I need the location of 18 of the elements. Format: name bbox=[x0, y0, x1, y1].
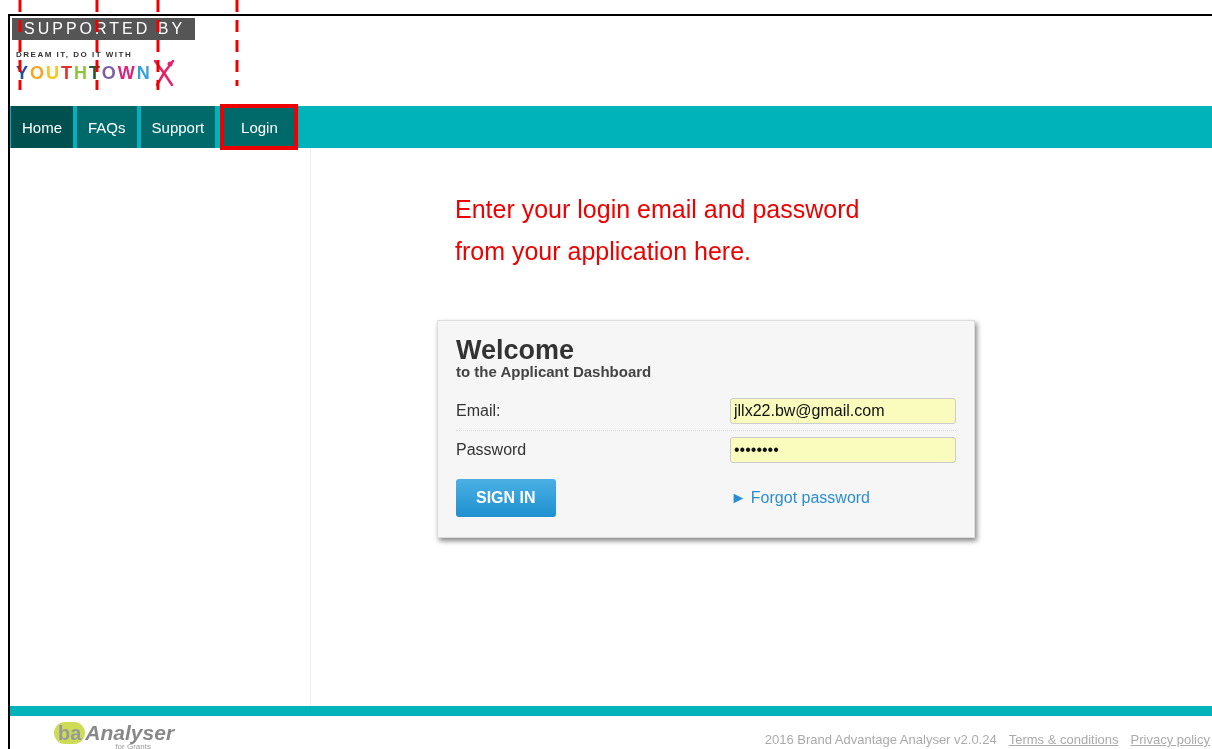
annotation-text: Enter your login email and password from your application here. bbox=[455, 194, 861, 267]
nav-tab[interactable]: Support bbox=[139, 106, 216, 148]
logo-name: Analyser bbox=[85, 722, 175, 743]
nav-tab[interactable]: FAQs bbox=[76, 106, 137, 148]
welcome-title: Welcome bbox=[456, 337, 576, 363]
copyright-text: 2016 Brand Advantage Analyser v2.0.24 bbox=[764, 732, 997, 747]
forgot-password-link[interactable]: ► Forgot password bbox=[730, 489, 870, 507]
nav-tab[interactable]: Home bbox=[10, 106, 73, 148]
jumping-figure-icon bbox=[151, 59, 176, 87]
input-field[interactable]: •••••••• bbox=[730, 437, 956, 463]
logo-subtitle: for Grants bbox=[115, 743, 151, 749]
logo-mark: ba bbox=[54, 722, 86, 744]
nav-tab[interactable]: Login bbox=[222, 106, 296, 148]
field-label: Password bbox=[456, 441, 527, 459]
input-field[interactable]: jllx22.bw@gmail.com bbox=[730, 398, 956, 424]
logo-tagline: DREAM IT, DO IT WITH bbox=[16, 50, 133, 59]
field-label: Email: bbox=[456, 402, 501, 420]
welcome-subtitle: to the Applicant Dashboard bbox=[456, 363, 653, 380]
